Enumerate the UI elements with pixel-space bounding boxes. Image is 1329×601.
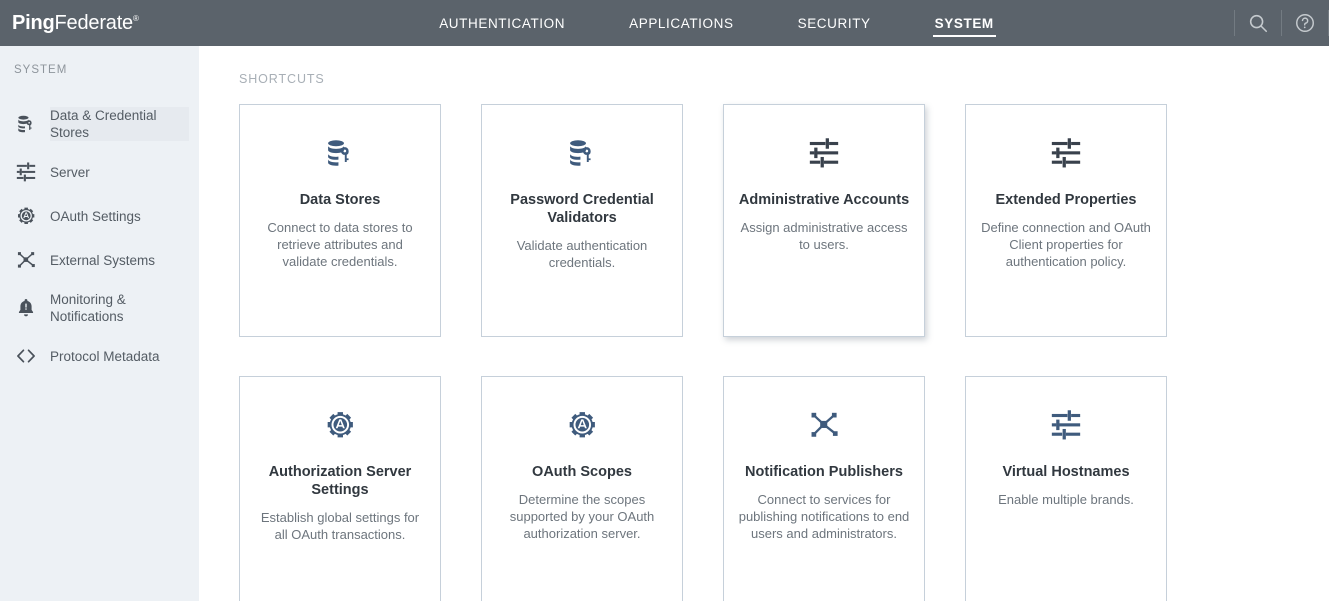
shortcut-card-title: Data Stores [299, 192, 381, 208]
shortcut-card-data-stores[interactable]: Data Stores Connect to data stores to re… [239, 104, 441, 337]
nav-tab-applications[interactable]: APPLICATIONS [627, 0, 735, 46]
registered-trademark-icon: ® [132, 13, 139, 23]
gear-a-icon [14, 204, 38, 228]
shortcut-card-title: Authorization Server Settings [268, 464, 412, 498]
shortcut-card-description: Validate authentication credentials. [516, 238, 648, 270]
pingfederate-logo[interactable]: Ping Federate ® [0, 12, 199, 35]
search-button[interactable] [1235, 0, 1281, 46]
shortcuts-section-label: SHORTCUTS [239, 72, 325, 86]
sidebar-item-data-credential-stores[interactable]: Data & Credential Stores [0, 98, 199, 150]
sliders-icon [1049, 403, 1083, 447]
logo-ping-text: Ping [12, 11, 55, 34]
sidebar-item-oauth-settings[interactable]: OAuth Settings [0, 194, 199, 238]
shortcut-card-title: Extended Properties [995, 192, 1137, 208]
sliders-icon [807, 131, 841, 175]
shortcut-card-password-credential-validators[interactable]: Password Credential Validators Validate … [481, 104, 683, 337]
shortcut-card-title: Password Credential Validators [510, 192, 654, 226]
sidebar-item-monitoring-notifications-label: Monitoring & Notifications [50, 292, 126, 324]
shortcut-card-description: Assign administrative access to users. [740, 220, 908, 252]
shortcut-card-description: Determine the scopes supported by your O… [509, 492, 655, 541]
database-key-icon [565, 131, 599, 175]
nav-tab-applications-label: APPLICATIONS [629, 15, 734, 31]
sidebar-item-protocol-metadata[interactable]: Protocol Metadata [0, 334, 199, 378]
sidebar-item-monitoring-notifications[interactable]: Monitoring & Notifications [0, 282, 199, 334]
help-icon [1296, 14, 1314, 32]
database-key-icon [14, 112, 38, 136]
sidebar-item-external-systems-label: External Systems [50, 252, 156, 268]
shortcut-card-authorization-server-settings[interactable]: Authorization Server Settings Establish … [239, 376, 441, 601]
sidebar-item-external-systems[interactable]: External Systems [0, 238, 199, 282]
shortcut-card-notification-publishers[interactable]: Notification Publishers Connect to servi… [723, 376, 925, 601]
nav-tab-authentication-label: AUTHENTICATION [439, 15, 566, 31]
shortcut-card-description: Establish global settings for all OAuth … [260, 510, 420, 542]
primary-nav: AUTHENTICATION APPLICATIONS SECURITY SYS… [199, 0, 1234, 46]
database-key-icon [323, 131, 357, 175]
help-button[interactable] [1282, 0, 1328, 46]
sidebar-item-server[interactable]: Server [0, 150, 199, 194]
shortcut-card-administrative-accounts[interactable]: Administrative Accounts Assign administr… [723, 104, 925, 337]
sidebar-section-title: SYSTEM [14, 64, 68, 76]
shortcut-card-description: Connect to data stores to retrieve attri… [267, 220, 413, 269]
network-nodes-icon [807, 403, 841, 447]
nav-tab-system[interactable]: SYSTEM [932, 0, 996, 46]
sidebar-item-data-credential-stores-label: Data & Credential Stores [50, 107, 189, 141]
sidebar-item-oauth-settings-label: OAuth Settings [50, 208, 141, 224]
sliders-icon [1049, 131, 1083, 175]
shortcut-card-description: Connect to services for publishing notif… [738, 492, 910, 541]
shortcut-card-title: OAuth Scopes [532, 464, 632, 480]
search-icon [1249, 14, 1268, 33]
shortcuts-grid: Data Stores Connect to data stores to re… [239, 104, 1329, 601]
gear-a-icon [323, 403, 357, 447]
main-content: SHORTCUTS Data Stores Connect to data st… [199, 46, 1329, 601]
shortcut-card-description: Enable multiple brands. [998, 492, 1134, 507]
nav-tab-security[interactable]: SECURITY [796, 0, 873, 46]
sidebar: SYSTEM Data & Credential Stores Server O… [0, 46, 199, 601]
bell-alert-icon [14, 296, 38, 320]
shortcut-card-virtual-hostnames[interactable]: Virtual Hostnames Enable multiple brands… [965, 376, 1167, 601]
shortcut-card-title: Administrative Accounts [738, 192, 910, 208]
shortcut-card-oauth-scopes[interactable]: OAuth Scopes Determine the scopes suppor… [481, 376, 683, 601]
shortcut-card-title: Notification Publishers [745, 464, 903, 480]
logo-federate-text: Federate [54, 11, 134, 34]
network-nodes-icon [14, 248, 38, 272]
sidebar-item-server-label: Server [50, 164, 90, 180]
nav-tab-security-label: SECURITY [797, 15, 871, 31]
shortcut-card-title: Virtual Hostnames [1002, 464, 1130, 480]
gear-a-icon [565, 403, 599, 447]
shortcut-card-description: Define connection and OAuth Client prope… [981, 220, 1151, 269]
sliders-icon [14, 160, 38, 184]
shortcut-card-extended-properties[interactable]: Extended Properties Define connection an… [965, 104, 1167, 337]
top-right-actions [1234, 0, 1329, 46]
app-body: SYSTEM Data & Credential Stores Server O… [0, 46, 1329, 601]
nav-tab-system-label: SYSTEM [934, 15, 994, 31]
nav-tab-authentication[interactable]: AUTHENTICATION [437, 0, 567, 46]
sidebar-item-protocol-metadata-label: Protocol Metadata [50, 348, 160, 364]
code-brackets-icon [14, 344, 38, 368]
pingfederate-admin-console: Ping Federate ® AUTHENTICATION APPLICATION… [0, 0, 1329, 601]
top-navigation-bar: Ping Federate ® AUTHENTICATION APPLICATION… [0, 0, 1329, 46]
